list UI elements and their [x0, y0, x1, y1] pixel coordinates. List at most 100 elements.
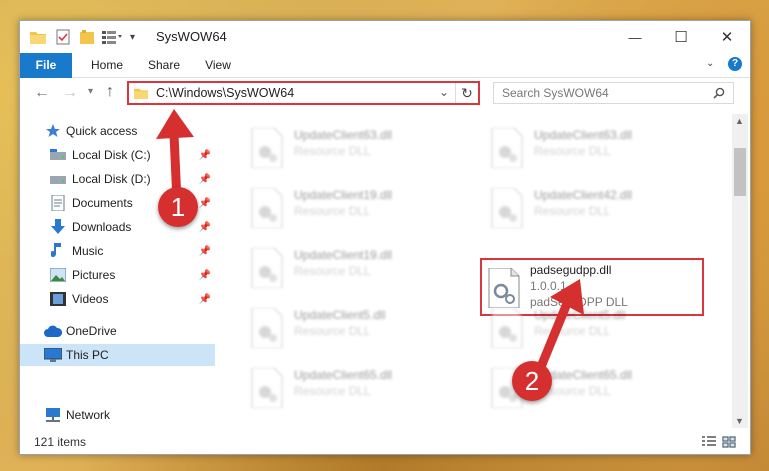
pin-icon[interactable]: 📌	[199, 198, 211, 209]
sidebar-item-label: OneDrive	[66, 324, 117, 338]
dll-file-icon	[251, 368, 283, 408]
list-item[interactable]: UpdateClient19.dll Resource DLL	[242, 180, 472, 232]
dll-file-icon	[251, 128, 283, 168]
forward-arrow-icon[interactable]: →	[62, 84, 78, 102]
maximize-icon: ☐	[674, 29, 688, 46]
sidebar-item-local-disk-d[interactable]: Local Disk (D:) 📌	[20, 168, 215, 190]
pin-icon[interactable]: 📌	[199, 294, 211, 305]
scroll-down-icon[interactable]: ▼	[735, 416, 744, 426]
tab-share[interactable]: Share	[140, 53, 188, 77]
search-box[interactable]: Search SysWOW64	[493, 82, 734, 104]
file-list: UpdateClient63.dll Resource DLL UpdateCl…	[216, 114, 730, 428]
star-icon	[46, 124, 60, 137]
sidebar-item-label: Downloads	[72, 220, 132, 234]
pin-icon[interactable]: 📌	[199, 222, 211, 233]
file-description: Resource DLL	[294, 144, 371, 158]
tab-view[interactable]: View	[196, 53, 240, 77]
properties-icon[interactable]	[56, 29, 70, 45]
file-description: Resource DLL	[534, 324, 611, 338]
sidebar-item-label: Videos	[72, 292, 109, 306]
file-description: Resource DLL	[294, 324, 371, 338]
list-item[interactable]: UpdateClient63.dll Resource DLL	[482, 120, 712, 172]
sidebar-item-quick-access[interactable]: Quick access	[20, 120, 215, 142]
dll-file-icon	[491, 308, 523, 348]
file-name: UpdateClient5.dll	[294, 308, 386, 322]
refresh-icon[interactable]: ↻	[455, 83, 478, 103]
file-name: UpdateClient65.dll	[294, 368, 393, 382]
address-row: ← → ▾ ↑ C:\Windows\SysWOW64 ⌄ ↻ Search S…	[20, 78, 750, 112]
status-bar: 121 items	[20, 429, 750, 454]
sidebar-item-onedrive[interactable]: OneDrive	[20, 320, 215, 342]
dll-file-icon	[251, 188, 283, 228]
file-name: UpdateClient19.dll	[294, 248, 393, 262]
list-item[interactable]: UpdateClient5.dll Resource DLL	[242, 300, 472, 352]
list-item[interactable]: UpdateClient42.dll Resource DLL	[482, 180, 712, 232]
computer-icon	[44, 348, 62, 362]
explorer-window: ▾ SysWOW64 — ☐ ✕ File Home Share View ⌄ …	[19, 20, 751, 455]
search-input[interactable]: Search SysWOW64	[502, 86, 609, 100]
scroll-up-icon[interactable]: ▲	[735, 116, 744, 126]
recent-locations-icon[interactable]: ▾	[88, 86, 93, 97]
expand-ribbon-icon[interactable]: ⌄	[706, 58, 714, 69]
pin-icon[interactable]: 📌	[199, 270, 211, 281]
sidebar-item-label: This PC	[66, 348, 109, 362]
list-item[interactable]: UpdateClient63.dll Resource DLL	[242, 120, 472, 172]
address-dropdown-icon[interactable]: ⌄	[439, 85, 449, 99]
large-icons-view-icon[interactable]	[722, 436, 736, 448]
sidebar-item-label: Quick access	[66, 124, 138, 138]
sidebar-item-label: Local Disk (C:)	[72, 148, 151, 162]
tab-home[interactable]: Home	[82, 53, 132, 77]
list-item[interactable]: UpdateClient19.dll Resource DLL	[242, 240, 472, 292]
sidebar-item-videos[interactable]: Videos 📌	[20, 288, 215, 310]
address-path[interactable]: C:\Windows\SysWOW64	[156, 86, 294, 100]
file-name: UpdateClient63.dll	[294, 128, 393, 142]
sidebar-item-music[interactable]: Music 📌	[20, 240, 215, 262]
sidebar-item-pictures[interactable]: Pictures 📌	[20, 264, 215, 286]
sidebar-item-label: Music	[72, 244, 104, 258]
search-icon[interactable]	[713, 87, 725, 99]
quick-access-toolbar: ▾	[30, 27, 135, 47]
drive-icon	[50, 176, 66, 184]
pin-icon[interactable]: 📌	[199, 246, 211, 257]
list-item[interactable]: UpdateClient65.dll Resource DLL	[242, 360, 472, 412]
vertical-scrollbar[interactable]: ▲ ▼	[732, 114, 748, 428]
details-view-icon[interactable]	[702, 436, 716, 448]
up-arrow-icon[interactable]: ↑	[106, 83, 114, 101]
new-folder-icon[interactable]	[80, 29, 94, 45]
quick-access-dropdown-icon[interactable]: ▾	[130, 32, 135, 43]
back-arrow-icon[interactable]: ←	[34, 84, 50, 102]
close-button[interactable]: ✕	[704, 21, 750, 53]
minimize-button[interactable]: —	[612, 21, 658, 53]
minimize-icon: —	[628, 29, 642, 45]
close-icon: ✕	[720, 29, 734, 46]
sidebar-item-network[interactable]: Network	[20, 404, 215, 426]
sidebar-item-label: Network	[66, 408, 111, 422]
step-badge-1: 1	[158, 187, 198, 227]
scrollbar-thumb[interactable]	[734, 148, 746, 196]
file-description: Resource DLL	[534, 144, 611, 158]
pin-icon[interactable]: 📌	[199, 174, 211, 185]
file-description: Resource DLL	[294, 264, 371, 278]
documents-icon	[51, 195, 65, 211]
file-description: Resource DLL	[294, 204, 371, 218]
drive-icon	[50, 149, 66, 160]
pin-icon[interactable]: 📌	[199, 150, 211, 161]
file-version: 1.0.0.1	[530, 279, 567, 293]
address-bar[interactable]: C:\Windows\SysWOW64 ⌄ ↻	[127, 81, 480, 105]
file-name: UpdateClient63.dll	[534, 128, 633, 142]
network-icon	[46, 408, 60, 422]
file-description: Resource DLL	[294, 384, 371, 398]
list-item[interactable]: UpdateClient5.dll Resource DLL	[482, 300, 712, 352]
maximize-button[interactable]: ☐	[658, 21, 704, 53]
folder-icon[interactable]	[30, 30, 46, 44]
sidebar-item-local-disk-c[interactable]: Local Disk (C:) 📌	[20, 144, 215, 166]
sidebar-item-label: Local Disk (D:)	[72, 172, 151, 186]
pictures-icon	[50, 268, 66, 282]
help-icon[interactable]: ?	[728, 57, 742, 71]
item-count: 121 items	[34, 435, 87, 449]
title-bar: ▾ SysWOW64 — ☐ ✕	[20, 21, 750, 53]
sidebar-item-this-pc[interactable]: This PC	[20, 344, 215, 366]
file-name: UpdateClient19.dll	[294, 188, 393, 202]
videos-icon	[50, 292, 66, 306]
customize-toolbar-icon[interactable]	[102, 30, 122, 44]
